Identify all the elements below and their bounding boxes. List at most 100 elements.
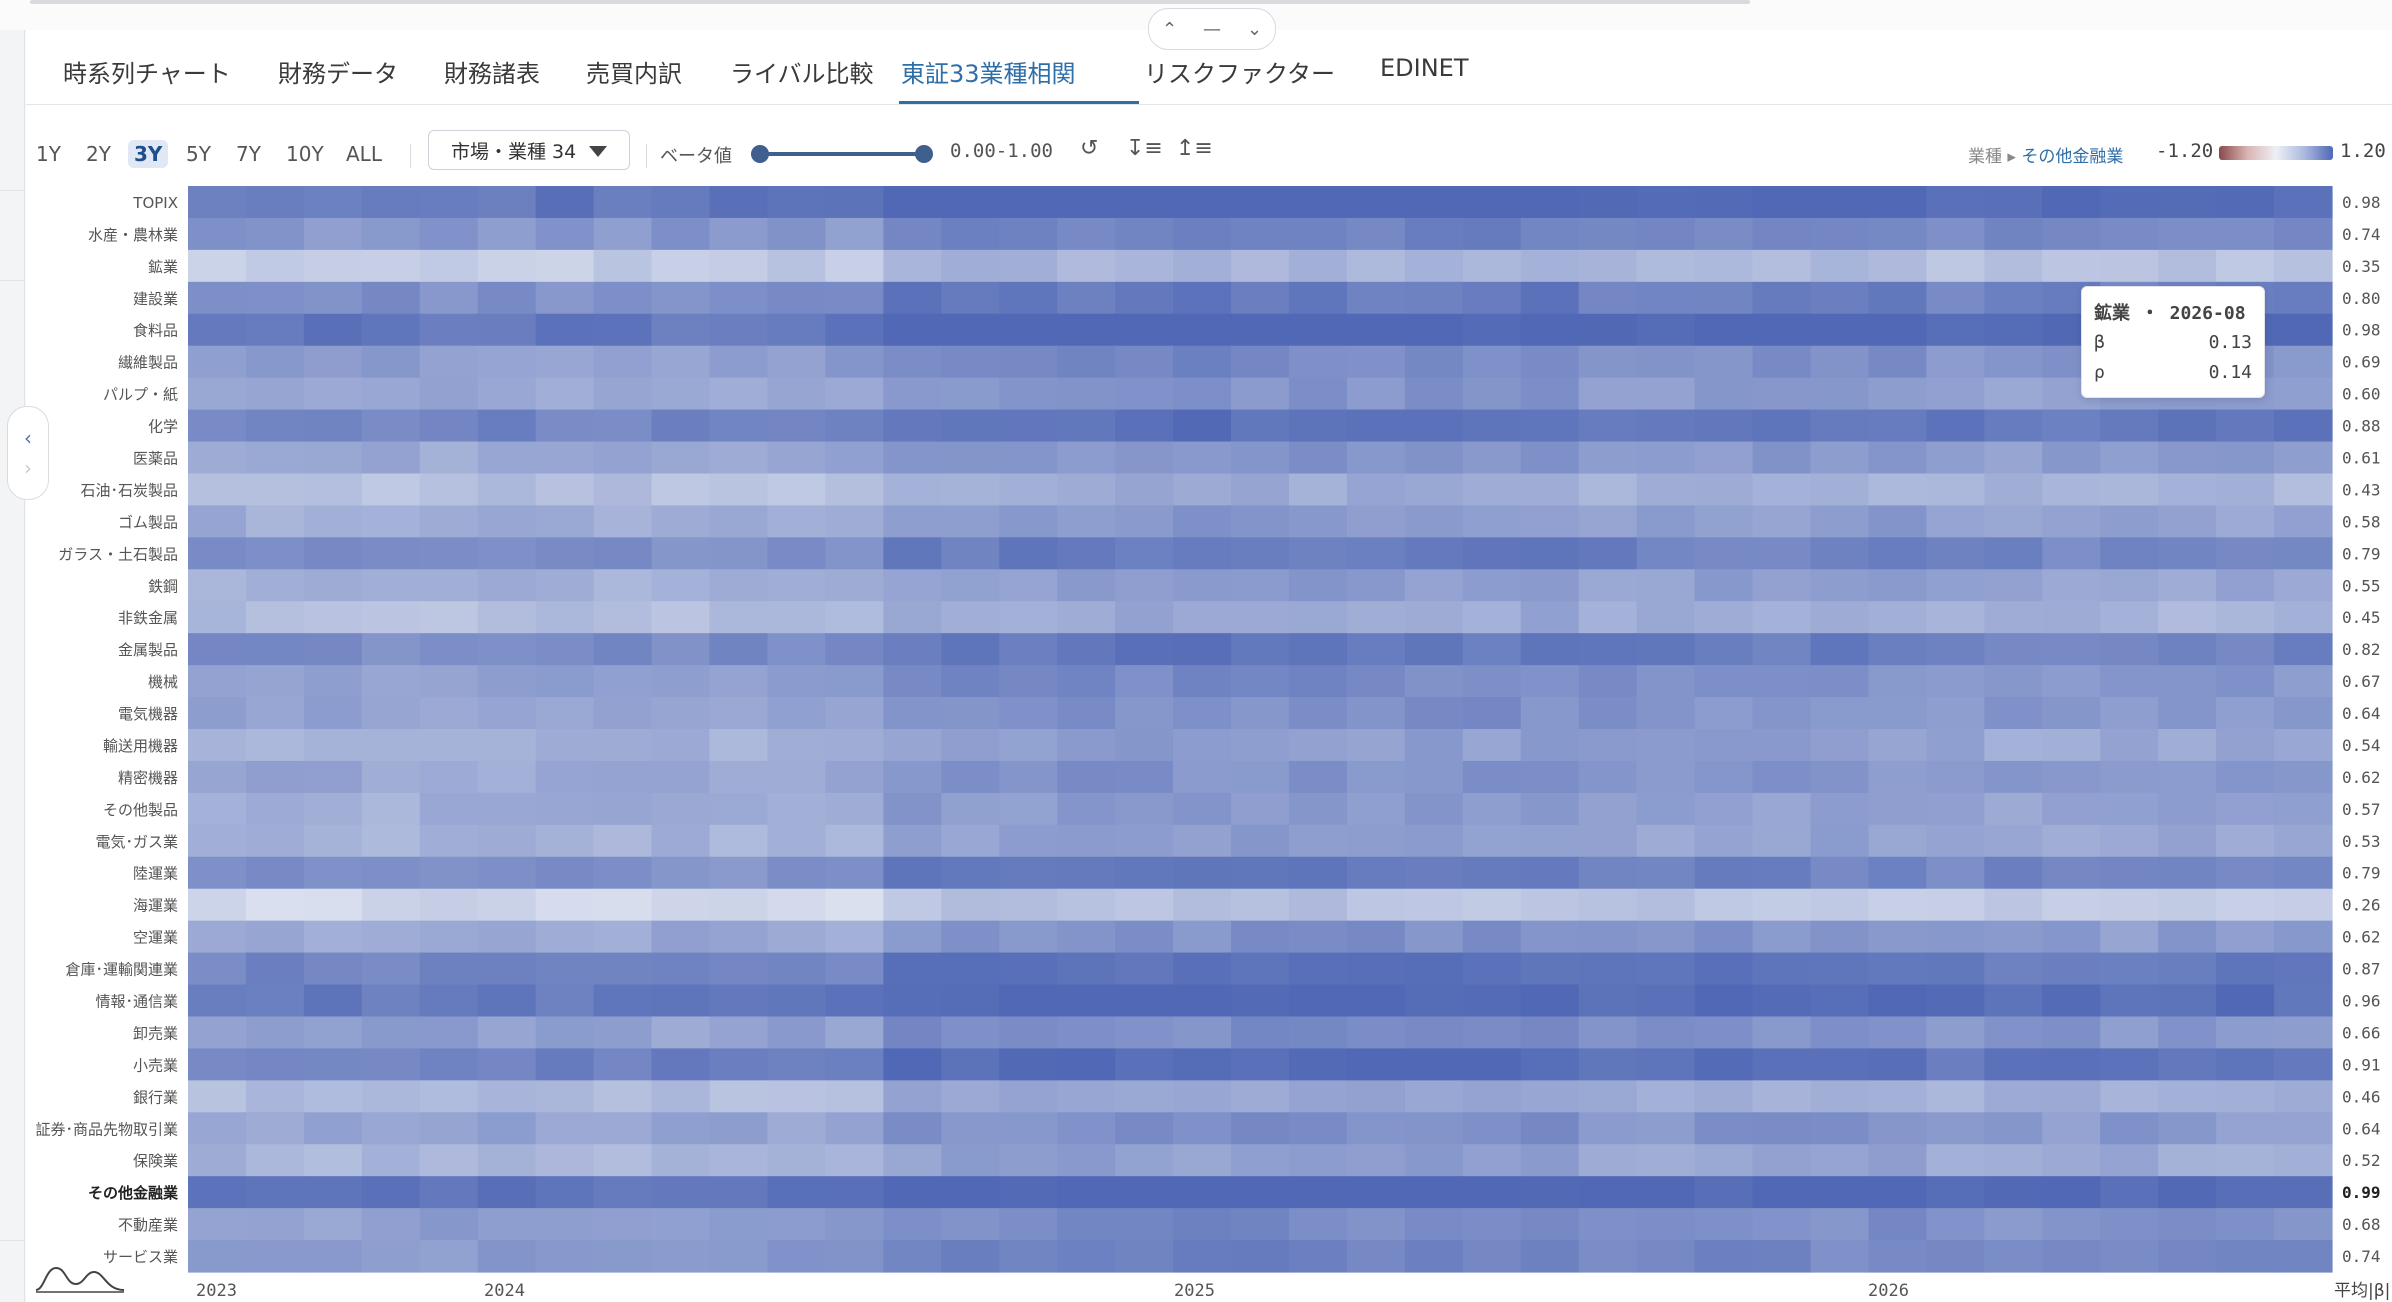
heatmap-cell[interactable]: [1115, 1240, 1174, 1273]
heatmap-cell[interactable]: [535, 888, 595, 922]
heatmap-cell[interactable]: [303, 1208, 363, 1241]
heatmap-cell[interactable]: [245, 1176, 305, 1209]
heatmap-cell[interactable]: [593, 409, 653, 443]
heatmap-cell[interactable]: [2158, 569, 2217, 602]
heatmap-cell[interactable]: [1173, 760, 1232, 794]
heatmap-cell[interactable]: [1926, 1240, 1985, 1273]
heatmap-cell[interactable]: [883, 888, 942, 922]
heatmap-cell[interactable]: [1578, 1112, 1638, 1145]
heatmap-cell[interactable]: [1984, 1176, 2043, 1209]
heatmap-cell[interactable]: [2216, 665, 2275, 698]
heatmap-cell[interactable]: [709, 792, 769, 826]
heatmap-cell[interactable]: [535, 569, 595, 602]
heatmap-cell[interactable]: [419, 345, 479, 379]
heatmap-cell[interactable]: [1231, 1016, 1290, 1050]
heatmap-cell[interactable]: [767, 888, 827, 922]
heatmap-cell[interactable]: [999, 409, 1058, 443]
heatmap-row[interactable]: [188, 186, 2333, 219]
heatmap-cell[interactable]: [535, 377, 595, 411]
heatmap-cell[interactable]: [188, 505, 247, 538]
heatmap-cell[interactable]: [709, 345, 769, 379]
heatmap-cell[interactable]: [2100, 441, 2159, 475]
heatmap-cell[interactable]: [535, 984, 595, 1018]
heatmap-cell[interactable]: [767, 633, 827, 666]
heatmap-cell[interactable]: [1404, 473, 1464, 507]
heatmap-cell[interactable]: [1810, 281, 1870, 315]
heatmap-cell[interactable]: [1115, 1176, 1174, 1209]
heatmap-cell[interactable]: [1462, 1112, 1522, 1145]
heatmap-cell[interactable]: [941, 1208, 1000, 1241]
heatmap-cell[interactable]: [303, 729, 363, 762]
heatmap-cell[interactable]: [188, 697, 247, 730]
heatmap-cell[interactable]: [941, 441, 1000, 475]
heatmap-cell[interactable]: [593, 505, 653, 538]
heatmap-cell[interactable]: [2042, 824, 2101, 858]
heatmap-cell[interactable]: [188, 1240, 247, 1273]
heatmap-cell[interactable]: [361, 1048, 421, 1081]
heatmap-cell[interactable]: [1288, 665, 1348, 698]
heatmap-cell[interactable]: [1346, 1112, 1406, 1145]
heatmap-cell[interactable]: [651, 1144, 711, 1177]
heatmap-cell[interactable]: [1288, 1176, 1348, 1209]
heatmap-cell[interactable]: [2042, 1016, 2101, 1050]
heatmap-cell[interactable]: [1810, 1144, 1870, 1177]
heatmap-cell[interactable]: [477, 792, 537, 826]
heatmap-cell[interactable]: [1462, 313, 1522, 347]
heatmap-cell[interactable]: [999, 217, 1058, 251]
heatmap-cell[interactable]: [2158, 984, 2217, 1018]
heatmap-cell[interactable]: [1288, 313, 1348, 347]
heatmap-cell[interactable]: [1752, 760, 1812, 794]
heatmap-cell[interactable]: [419, 569, 479, 602]
heatmap-cell[interactable]: [1810, 984, 1870, 1018]
heatmap-cell[interactable]: [1752, 249, 1812, 283]
heatmap-cell[interactable]: [593, 441, 653, 475]
heatmap-cell[interactable]: [1173, 345, 1232, 379]
heatmap-cell[interactable]: [999, 1208, 1058, 1241]
heatmap-cell[interactable]: [1115, 856, 1174, 890]
heatmap-cell[interactable]: [1520, 1208, 1580, 1241]
heatmap-cell[interactable]: [1288, 792, 1348, 826]
heatmap-cell[interactable]: [1578, 409, 1638, 443]
heatmap-cell[interactable]: [245, 313, 305, 347]
heatmap-cell[interactable]: [303, 792, 363, 826]
heatmap-cell[interactable]: [1810, 537, 1870, 570]
heatmap-cell[interactable]: [1346, 1240, 1406, 1273]
heatmap-cell[interactable]: [1984, 1240, 2043, 1273]
heatmap-cell[interactable]: [188, 249, 247, 283]
heatmap-cell[interactable]: [1578, 760, 1638, 794]
chevron-down-icon[interactable]: ⌄: [1247, 19, 1262, 40]
heatmap-cell[interactable]: [1231, 345, 1290, 379]
heatmap-cell[interactable]: [651, 888, 711, 922]
heatmap-cell[interactable]: [245, 760, 305, 794]
heatmap-cell[interactable]: [1462, 888, 1522, 922]
heatmap-cell[interactable]: [2158, 665, 2217, 698]
heatmap-cell[interactable]: [1520, 792, 1580, 826]
heatmap-cell[interactable]: [1926, 1112, 1985, 1145]
heatmap-cell[interactable]: [361, 505, 421, 538]
heatmap-cell[interactable]: [1810, 729, 1870, 762]
heatmap-cell[interactable]: [1404, 792, 1464, 826]
heatmap-cell[interactable]: [361, 984, 421, 1018]
heatmap-cell[interactable]: [535, 792, 595, 826]
heatmap-cell[interactable]: [2100, 760, 2159, 794]
heatmap-cell[interactable]: [767, 409, 827, 443]
heatmap-cell[interactable]: [941, 665, 1000, 698]
heatmap-cell[interactable]: [1810, 217, 1870, 251]
heatmap-cell[interactable]: [1346, 792, 1406, 826]
heatmap-cell[interactable]: [245, 697, 305, 730]
heatmap-cell[interactable]: [245, 1112, 305, 1145]
heatmap-cell[interactable]: [245, 952, 305, 986]
heatmap-cell[interactable]: [1288, 473, 1348, 507]
heatmap-cell[interactable]: [245, 856, 305, 890]
heatmap-cell[interactable]: [1057, 1080, 1116, 1113]
heatmap-cell[interactable]: [1926, 888, 1985, 922]
heatmap-cell[interactable]: [1810, 249, 1870, 283]
heatmap-cell[interactable]: [2274, 1176, 2333, 1209]
heatmap-cell[interactable]: [419, 792, 479, 826]
heatmap-cell[interactable]: [1578, 217, 1638, 251]
heatmap-cell[interactable]: [1057, 984, 1116, 1018]
heatmap-cell[interactable]: [1868, 345, 1927, 379]
heatmap-cell[interactable]: [709, 186, 769, 219]
heatmap-cell[interactable]: [2274, 1208, 2333, 1241]
heatmap-cell[interactable]: [361, 345, 421, 379]
